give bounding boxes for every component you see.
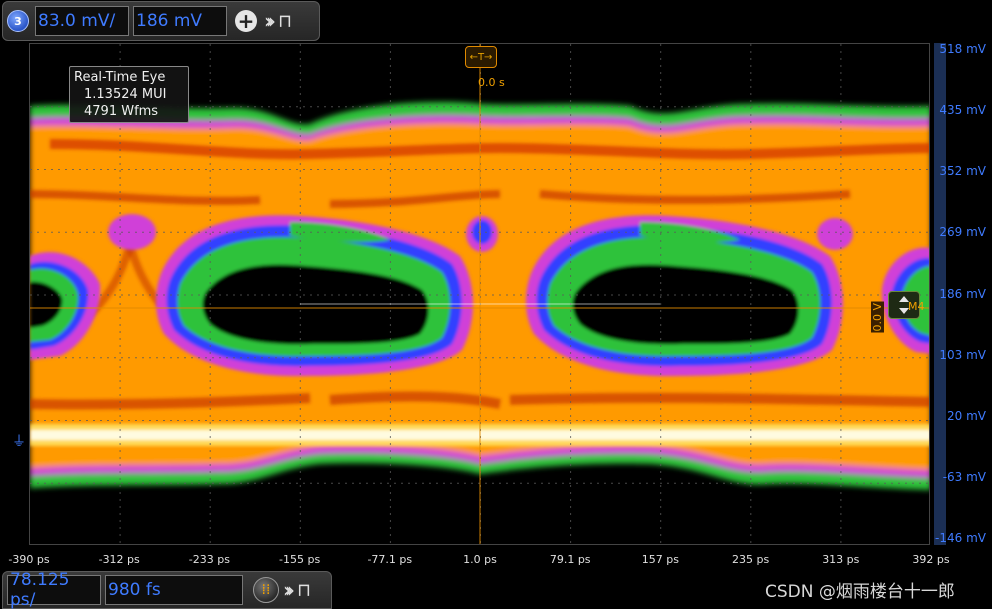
y-axis-label: 269 mV	[939, 225, 986, 240]
x-axis-label: 157 ps	[641, 553, 679, 566]
vertical-scale-field[interactable]: 83.0 mV/	[35, 6, 129, 36]
marker-level-label: 0.0 V	[871, 302, 884, 333]
channel-toolbar: 3 83.0 mV/ 186 mV + ››› ⊓	[2, 1, 320, 41]
x-axis-label: 313 ps	[822, 553, 860, 566]
x-axis-label: 392 ps	[912, 553, 950, 566]
y-axis-label: 518 mV	[939, 42, 986, 56]
info-title: Real-Time Eye	[74, 70, 166, 85]
eye-info-box[interactable]: Real-Time Eye 1.13524 MUI 4791 Wfms	[69, 66, 189, 123]
y-axis-label: -63 mV	[942, 469, 986, 484]
y-axis-label: 103 mV	[939, 347, 986, 362]
pin-icon[interactable]: ⊓	[297, 580, 311, 601]
oscilloscope-window: 3 83.0 mV/ 186 mV + ››› ⊓ Real-Time Eye …	[0, 0, 992, 609]
ground-reference-icon[interactable]: ⏚	[12, 431, 26, 451]
x-axis-label: -312 ps	[98, 553, 140, 566]
double-chevron-right-icon[interactable]: ›››	[283, 578, 295, 602]
pin-icon[interactable]: ⊓	[278, 11, 292, 32]
y-axis-label: 20 mV	[947, 408, 986, 423]
x-axis-label: 1.0 ps	[463, 553, 497, 566]
x-axis-label: -77.1 ps	[367, 553, 413, 566]
y-axis-label: 352 mV	[939, 164, 986, 179]
real-time-icon[interactable]: ⁞⁞	[253, 577, 279, 603]
info-waveforms: 4791 Wfms	[84, 104, 159, 119]
marker-m4-label: M4	[908, 300, 925, 313]
trigger-time: 0.0 s	[478, 76, 505, 89]
x-axis-label: -233 ps	[188, 553, 230, 566]
timebase-toolbar: 78.125 ps/ 980 fs ⁞⁞ ››› ⊓	[2, 570, 332, 609]
channel-badge[interactable]: 3	[7, 10, 29, 32]
watermark: CSDN @烟雨楼台十一郎	[765, 582, 955, 602]
y-axis-label: -146 mV	[935, 531, 986, 545]
plus-circle-icon[interactable]: +	[235, 10, 257, 32]
x-axis-label: 235 ps	[731, 553, 770, 566]
vertical-offset-field[interactable]: 186 mV	[133, 6, 227, 36]
double-chevron-right-icon[interactable]: ›››	[264, 9, 276, 33]
x-axis-label: 79.1 ps	[549, 553, 591, 566]
trigger-label: ←T→	[469, 51, 493, 63]
info-ui-count: 1.13524 MUI	[84, 87, 167, 102]
timebase-delay-field[interactable]: 980 fs	[105, 575, 243, 605]
y-axis-label: 435 mV	[939, 103, 986, 118]
y-axis-label: 186 mV	[939, 286, 986, 301]
x-axis-label: -390 ps	[8, 553, 50, 566]
trigger-marker[interactable]: ←T→	[465, 46, 497, 68]
timebase-scale-field[interactable]: 78.125 ps/	[7, 570, 101, 609]
x-axis-label: -155 ps	[279, 553, 321, 566]
